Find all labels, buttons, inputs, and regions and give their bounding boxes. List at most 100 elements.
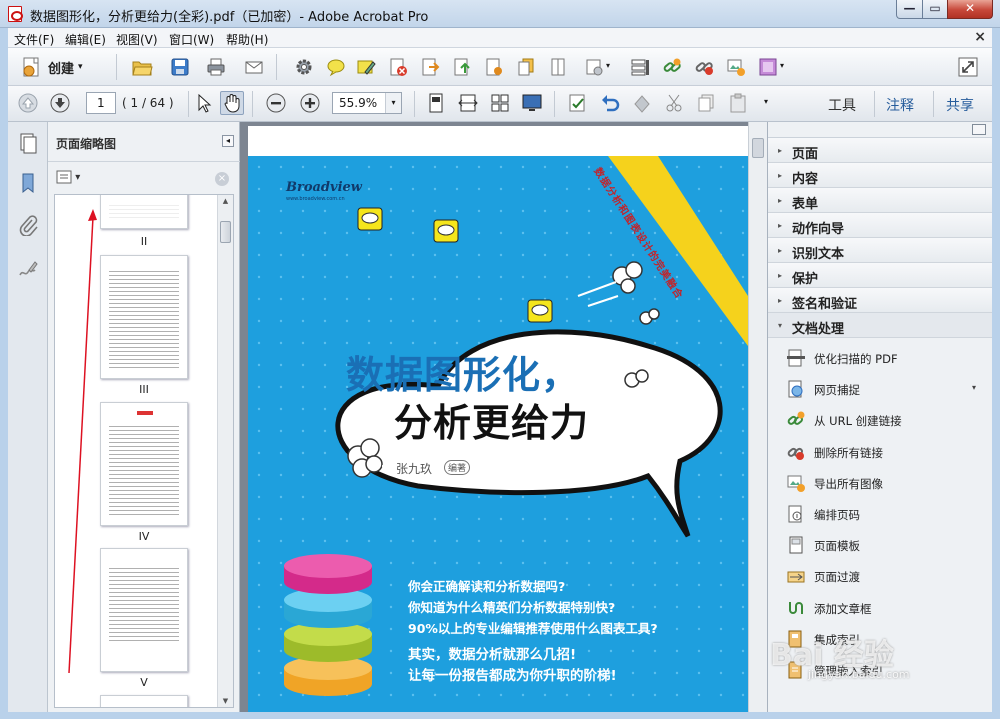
page-thumbnail[interactable] (100, 195, 188, 229)
highlight-button[interactable] (354, 55, 378, 79)
tool-number-pages[interactable]: 编排页码 (768, 498, 992, 529)
signature-pen-icon[interactable] (17, 258, 39, 280)
book-cover: Broadview www.broadview.com.cn 数据分析和图表设计… (248, 156, 748, 712)
tool-export-all-images[interactable]: 导出所有图像 (768, 467, 992, 498)
zoom-out-button[interactable] (264, 91, 288, 115)
thumbnail-options-button[interactable]: ▾ (56, 170, 80, 186)
paperclip-icon[interactable] (17, 214, 39, 236)
pane-options-icon[interactable] (972, 124, 986, 135)
thumbnail-list[interactable]: II III IV V ▲ ▼ (54, 194, 234, 708)
save-button[interactable] (168, 55, 192, 79)
scroll-up-icon[interactable]: ▲ (218, 195, 233, 205)
page-thumbnail[interactable] (100, 695, 188, 707)
page-number-icon (788, 505, 802, 523)
clear-icon[interactable]: × (215, 172, 229, 186)
background-button[interactable] (756, 55, 780, 79)
page-number-input[interactable]: 1 (86, 92, 116, 114)
collapse-panel-icon[interactable]: ◂ (222, 135, 234, 147)
share-link[interactable]: 共享 (946, 95, 974, 115)
minimize-button[interactable]: — (896, 0, 923, 19)
bookmark-icon[interactable] (17, 172, 39, 194)
scrollbar-thumb[interactable] (220, 221, 231, 243)
select-tool-button[interactable] (192, 91, 216, 115)
insert-page-button[interactable] (418, 55, 442, 79)
maximize-button[interactable]: ▭ (922, 0, 948, 19)
extract-page-button[interactable] (450, 55, 474, 79)
page-thumbnail[interactable] (100, 255, 188, 379)
section-action-wizard[interactable]: ▸ 动作向导 (768, 213, 992, 238)
comment-link[interactable]: 注释 (886, 95, 914, 115)
folder-open-icon (132, 61, 153, 76)
hand-tool-button[interactable] (220, 91, 244, 115)
scrollbar-thumb[interactable] (752, 138, 764, 158)
close-window-button[interactable]: ✕ (947, 0, 993, 19)
prev-page-button[interactable] (16, 91, 40, 115)
create-button[interactable]: 创建 ▾ (20, 54, 83, 80)
replace-page-button[interactable] (482, 55, 506, 79)
spell-check-icon (569, 94, 585, 112)
remove-link-button[interactable] (692, 55, 716, 79)
section-label: 保护 (792, 272, 819, 287)
section-content[interactable]: ▸ 内容 (768, 163, 992, 188)
export-image-button[interactable] (724, 55, 748, 79)
menu-edit[interactable]: 编辑(E) (65, 31, 106, 48)
undo-button[interactable] (598, 91, 622, 115)
close-document-icon[interactable]: × (974, 29, 986, 45)
form-button[interactable] (628, 55, 652, 79)
document-view[interactable]: Broadview www.broadview.com.cn 数据分析和图表设计… (240, 122, 767, 712)
zoom-level-select[interactable]: 55.9% ▾ (332, 92, 402, 114)
pdf-page[interactable]: Broadview www.broadview.com.cn 数据分析和图表设计… (248, 126, 748, 712)
copy-button[interactable] (694, 91, 718, 115)
spell-check-button[interactable] (566, 91, 590, 115)
tools-link[interactable]: 工具 (828, 95, 856, 115)
section-forms[interactable]: ▸ 表单 (768, 188, 992, 213)
tool-page-templates[interactable]: 页面模板 (768, 529, 992, 560)
tool-optimize-scanned-pdf[interactable]: 优化扫描的 PDF (768, 342, 992, 373)
fit-page-button[interactable] (424, 91, 448, 115)
menu-window[interactable]: 窗口(W) (169, 31, 214, 48)
delete-pages-button[interactable] (386, 55, 410, 79)
crop-button[interactable] (582, 55, 606, 79)
crop-dropdown-icon[interactable]: ▾ (606, 61, 610, 70)
thumbnail-scrollbar[interactable]: ▲ ▼ (217, 195, 233, 707)
section-pages[interactable]: ▸ 页面 (768, 138, 992, 163)
page-thumbnails-icon[interactable] (17, 132, 39, 154)
section-document-processing[interactable]: ▾ 文档处理 (768, 313, 992, 338)
tool-web-capture[interactable]: 网页捕捉 ▾ (768, 373, 992, 404)
fit-width-button[interactable] (456, 91, 480, 115)
scroll-down-icon[interactable]: ▼ (218, 697, 233, 705)
section-sign-certify[interactable]: ▸ 签名和验证 (768, 288, 992, 313)
tool-page-transitions[interactable]: 页面过渡 (768, 560, 992, 591)
link-button[interactable] (660, 55, 684, 79)
background-dropdown-icon[interactable]: ▾ (780, 61, 784, 70)
menu-file[interactable]: 文件(F) (14, 31, 54, 48)
more-tools-caret-icon[interactable]: ▾ (764, 97, 768, 106)
paste-button[interactable] (726, 91, 750, 115)
zoom-in-button[interactable] (298, 91, 322, 115)
split-button[interactable] (546, 55, 570, 79)
fullscreen-button[interactable] (956, 55, 980, 79)
document-scrollbar[interactable] (748, 122, 767, 712)
web-capture-dropdown-icon[interactable]: ▾ (972, 383, 976, 392)
redo-button[interactable] (630, 91, 654, 115)
page-thumbnail[interactable] (100, 402, 188, 526)
next-page-button[interactable] (48, 91, 72, 115)
two-page-view-button[interactable] (488, 91, 512, 115)
section-recognize-text[interactable]: ▸ 识别文本 (768, 238, 992, 263)
open-button[interactable] (130, 55, 154, 79)
menu-view[interactable]: 视图(V) (116, 31, 158, 48)
tool-add-article-box[interactable]: 添加文章框 (768, 592, 992, 623)
cut-button[interactable] (662, 91, 686, 115)
read-mode-button[interactable] (520, 91, 544, 115)
comment-button[interactable] (324, 55, 348, 79)
tool-remove-all-links[interactable]: 删除所有链接 (768, 436, 992, 467)
menu-help[interactable]: 帮助(H) (226, 31, 268, 48)
page-thumbnail[interactable] (100, 548, 188, 672)
email-button[interactable] (242, 55, 266, 79)
combine-button[interactable] (514, 55, 538, 79)
print-button[interactable] (204, 55, 228, 79)
section-protection[interactable]: ▸ 保护 (768, 263, 992, 288)
tool-create-links-from-url[interactable]: 从 URL 创建链接 (768, 404, 992, 435)
extract-page-icon (454, 58, 470, 76)
settings-button[interactable] (292, 55, 316, 79)
